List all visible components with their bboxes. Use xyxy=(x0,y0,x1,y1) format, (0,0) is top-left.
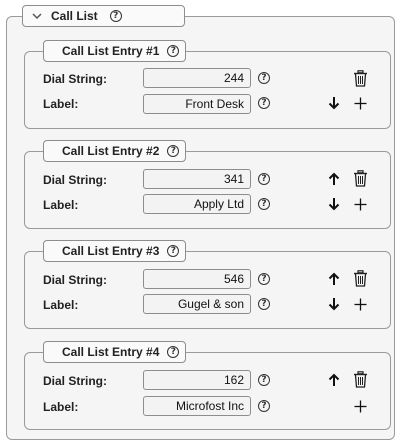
label-input[interactable]: Front Desk xyxy=(143,94,251,114)
add-button[interactable] xyxy=(352,94,368,112)
trash-icon xyxy=(353,370,367,388)
plus-icon xyxy=(354,97,366,109)
dial-string-label: Dial String: xyxy=(43,374,108,388)
label-label: Label: xyxy=(43,198,79,212)
call-list-entry-4 xyxy=(24,352,391,430)
help-icon[interactable]: ? xyxy=(258,400,270,412)
call-list-entry-2 xyxy=(24,151,391,229)
dial-string-input[interactable]: 341 xyxy=(143,169,251,189)
call-list-entry-1 xyxy=(24,51,391,129)
help-icon[interactable]: ? xyxy=(258,97,270,109)
trash-icon xyxy=(353,169,367,187)
add-button[interactable] xyxy=(352,397,368,415)
help-icon[interactable]: ? xyxy=(167,245,180,257)
move-up-button[interactable] xyxy=(326,371,342,389)
help-icon[interactable]: ? xyxy=(167,45,180,57)
label-input[interactable]: Apply Ltd xyxy=(143,194,251,214)
move-up-button[interactable] xyxy=(326,270,342,288)
label-label: Label: xyxy=(43,298,79,312)
move-down-button[interactable] xyxy=(326,295,342,313)
plus-icon xyxy=(354,400,366,412)
help-icon[interactable]: ? xyxy=(258,198,270,210)
entry-1-header: Call List Entry #1 ? xyxy=(43,40,186,62)
label-label: Label: xyxy=(43,400,79,414)
dial-string-label: Dial String: xyxy=(43,273,108,287)
arrow-down-icon xyxy=(328,298,340,311)
dial-string-label: Dial String: xyxy=(43,173,108,187)
help-icon[interactable]: ? xyxy=(258,298,270,310)
label-input[interactable]: Gugel & son xyxy=(143,294,251,314)
add-button[interactable] xyxy=(352,295,368,313)
help-icon[interactable]: ? xyxy=(109,10,122,22)
move-up-button[interactable] xyxy=(326,170,342,188)
move-down-button[interactable] xyxy=(326,195,342,213)
help-icon[interactable]: ? xyxy=(167,145,180,157)
help-icon[interactable]: ? xyxy=(258,374,270,386)
dial-string-input[interactable]: 244 xyxy=(143,68,251,88)
label-label: Label: xyxy=(43,97,79,111)
help-icon[interactable]: ? xyxy=(258,173,270,185)
move-down-button[interactable] xyxy=(326,94,342,112)
arrow-down-icon xyxy=(328,198,340,211)
dial-string-label: Dial String: xyxy=(43,72,108,86)
add-button[interactable] xyxy=(352,195,368,213)
arrow-up-icon xyxy=(328,373,340,386)
arrow-down-icon xyxy=(328,97,340,110)
delete-button[interactable] xyxy=(352,69,368,87)
arrow-up-icon xyxy=(328,272,340,285)
chevron-down-icon[interactable] xyxy=(31,10,43,22)
plus-icon xyxy=(354,298,366,310)
help-icon[interactable]: ? xyxy=(258,273,270,285)
call-list-entry-3 xyxy=(24,251,391,329)
entry-4-header: Call List Entry #4 ? xyxy=(43,341,186,363)
entry-title: Call List Entry #4 xyxy=(62,345,160,359)
delete-button[interactable] xyxy=(352,169,368,187)
entry-2-header: Call List Entry #2 ? xyxy=(43,140,186,162)
entry-title: Call List Entry #3 xyxy=(62,244,160,258)
delete-button[interactable] xyxy=(352,370,368,388)
call-list-header[interactable]: Call List ? xyxy=(22,5,185,27)
dial-string-input[interactable]: 546 xyxy=(143,269,251,289)
call-list-title: Call List xyxy=(51,9,98,23)
dial-string-input[interactable]: 162 xyxy=(143,370,251,390)
arrow-up-icon xyxy=(328,172,340,185)
trash-icon xyxy=(353,269,367,287)
entry-title: Call List Entry #1 xyxy=(62,44,160,58)
entry-title: Call List Entry #2 xyxy=(62,144,160,158)
plus-icon xyxy=(354,198,366,210)
trash-icon xyxy=(353,69,367,87)
help-icon[interactable]: ? xyxy=(167,346,180,358)
entry-3-header: Call List Entry #3 ? xyxy=(43,240,186,262)
help-icon[interactable]: ? xyxy=(258,72,270,84)
delete-button[interactable] xyxy=(352,269,368,287)
label-input[interactable]: Microfost Inc xyxy=(143,396,251,416)
